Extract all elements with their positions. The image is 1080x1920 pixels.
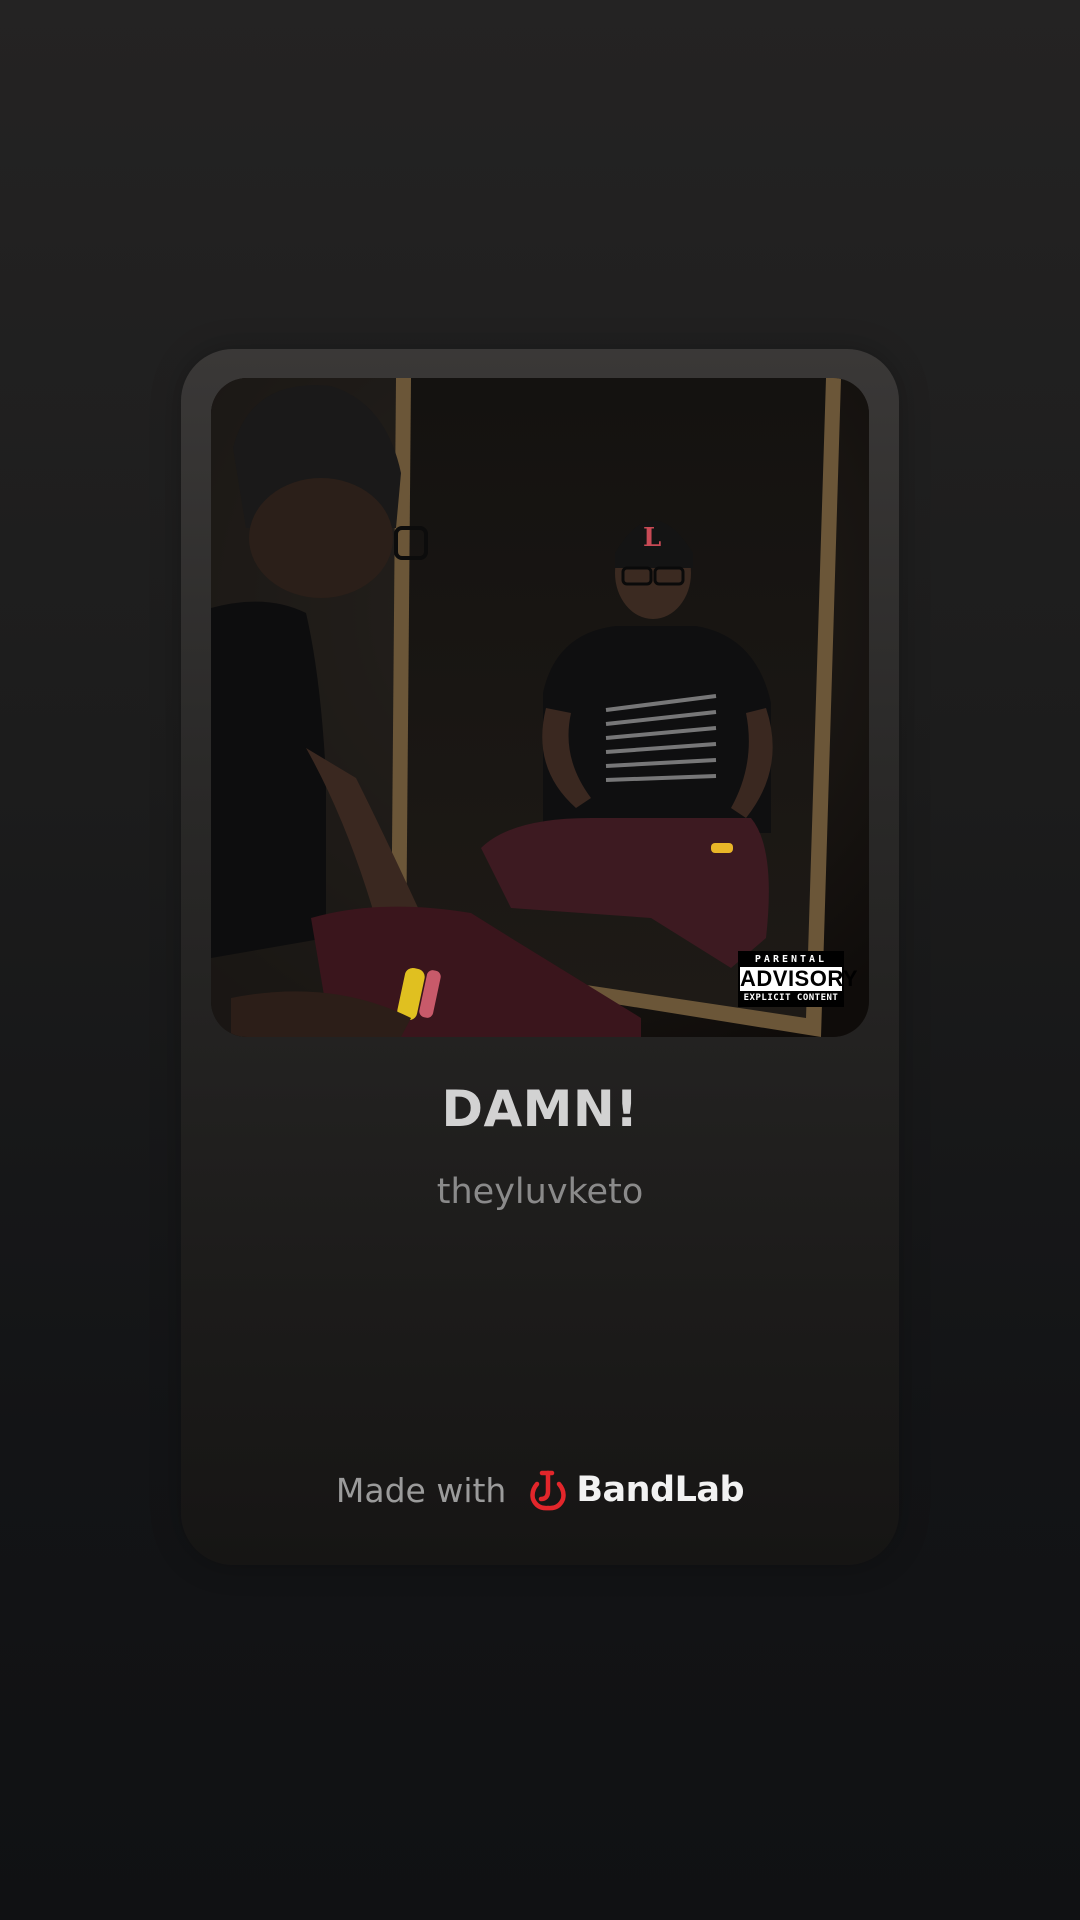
- advisory-top-text: PARENTAL: [754, 954, 828, 965]
- parental-advisory-label: PARENTAL ADVISORY EXPLICIT CONTENT: [738, 951, 859, 1007]
- cover-image: L: [211, 378, 869, 1037]
- artist-name[interactable]: theyluvketo: [0, 1172, 1080, 1212]
- bandlab-brand-name: BandLab: [576, 1470, 745, 1510]
- track-title: DAMN!: [441, 1080, 639, 1138]
- made-with-bandlab[interactable]: Made with BandLab: [0, 1465, 1080, 1515]
- share-card: L PARENTAL ADVISORY EXPLICIT CONTENT: [181, 349, 899, 1565]
- bandlab-logo-icon: [530, 1470, 567, 1511]
- advisory-middle-text: ADVISORY: [740, 966, 859, 991]
- made-with-label: Made with: [335, 1470, 507, 1510]
- svg-text:L: L: [643, 523, 661, 553]
- advisory-bottom-text: EXPLICIT CONTENT: [743, 993, 839, 1003]
- album-cover[interactable]: L PARENTAL ADVISORY EXPLICIT CONTENT: [211, 378, 869, 1037]
